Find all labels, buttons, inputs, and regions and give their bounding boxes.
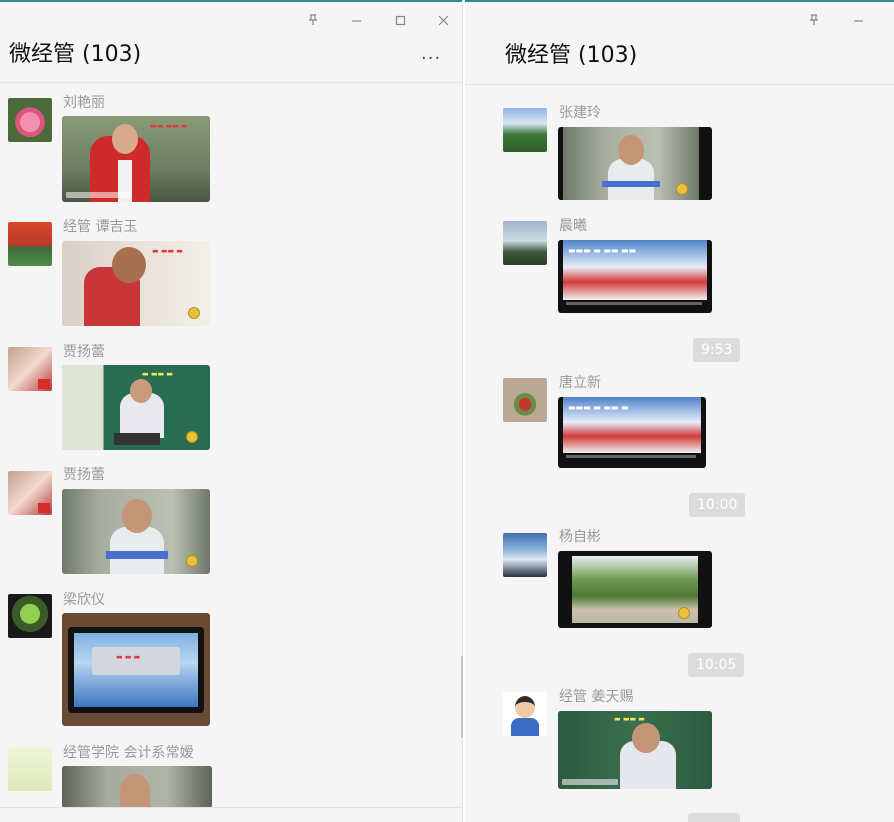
- timestamp: 10:00: [689, 493, 746, 517]
- avatar[interactable]: [503, 533, 547, 577]
- avatar[interactable]: [8, 471, 52, 515]
- video-thumbnail[interactable]: [62, 489, 210, 574]
- timestamp-partial: [688, 813, 740, 822]
- video-thumbnail[interactable]: ▬ ▬▬ ▬: [62, 365, 210, 450]
- video-thumbnail[interactable]: ▬▬▬ ▬ ▬▬ ▬: [558, 397, 706, 468]
- video-thumbnail[interactable]: ▬ ▬▬ ▬: [558, 711, 712, 789]
- avatar[interactable]: [8, 594, 52, 638]
- chat-title: 微经管 (103): [9, 42, 142, 67]
- input-area[interactable]: [0, 807, 462, 822]
- timestamp: 10:05: [688, 653, 745, 677]
- video-thumbnail[interactable]: ▬▬ ▬▬ ▬: [62, 116, 210, 202]
- header-divider: [0, 82, 462, 83]
- close-icon[interactable]: [433, 10, 453, 30]
- avatar[interactable]: [8, 747, 52, 791]
- chat-title: 微经管 (103): [505, 43, 638, 68]
- video-thumbnail[interactable]: [558, 127, 712, 200]
- minimize-icon[interactable]: [346, 10, 366, 30]
- avatar[interactable]: [8, 347, 52, 391]
- more-icon[interactable]: ...: [421, 45, 445, 65]
- timestamp: 9:53: [693, 338, 741, 362]
- sender-name: 张建玲: [559, 105, 601, 121]
- right-chat-pane: 微经管 (103) 张建玲 晨曦 ▬▬▬ ▬ ▬▬ ▬▬ 9:53 唐立新 ▬▬…: [465, 0, 894, 822]
- maximize-icon[interactable]: [390, 10, 410, 30]
- video-thumbnail[interactable]: [558, 551, 712, 628]
- sender-name: 唐立新: [559, 375, 601, 391]
- pin-icon[interactable]: [804, 10, 824, 30]
- chat-windows: 微经管 (103) ... 刘艳丽 ▬▬ ▬▬ ▬ 经管 谭吉玉 ▬ ▬▬ ▬ …: [0, 0, 894, 822]
- sender-name: 杨自彬: [559, 529, 601, 545]
- avatar[interactable]: [503, 378, 547, 422]
- sender-name: 梁欣仪: [63, 592, 105, 608]
- sender-name: 贾扬蕾: [63, 467, 105, 483]
- left-chat-pane: 微经管 (103) ... 刘艳丽 ▬▬ ▬▬ ▬ 经管 谭吉玉 ▬ ▬▬ ▬ …: [0, 0, 462, 822]
- avatar[interactable]: [8, 98, 52, 142]
- sender-name: 经管 谭吉玉: [63, 219, 138, 235]
- sender-name: 刘艳丽: [63, 95, 105, 111]
- sender-name: 经管 姜天赐: [559, 689, 634, 705]
- minimize-icon[interactable]: [848, 10, 868, 30]
- pin-icon[interactable]: [303, 10, 323, 30]
- video-thumbnail[interactable]: ▬▬▬ ▬ ▬▬ ▬▬: [558, 240, 712, 313]
- avatar[interactable]: [503, 692, 547, 736]
- avatar[interactable]: [8, 222, 52, 266]
- sender-name: 经管学院 会计系常嫒: [63, 745, 194, 761]
- video-thumbnail[interactable]: [62, 766, 212, 808]
- video-thumbnail[interactable]: ▬ ▬▬ ▬: [62, 241, 210, 326]
- avatar[interactable]: [503, 108, 547, 152]
- video-thumbnail[interactable]: ▬ ▬ ▬: [62, 613, 210, 726]
- sender-name: 贾扬蕾: [63, 344, 105, 360]
- scrollbar[interactable]: [461, 656, 463, 738]
- avatar[interactable]: [503, 221, 547, 265]
- header-divider: [465, 84, 894, 85]
- sender-name: 晨曦: [559, 218, 587, 234]
